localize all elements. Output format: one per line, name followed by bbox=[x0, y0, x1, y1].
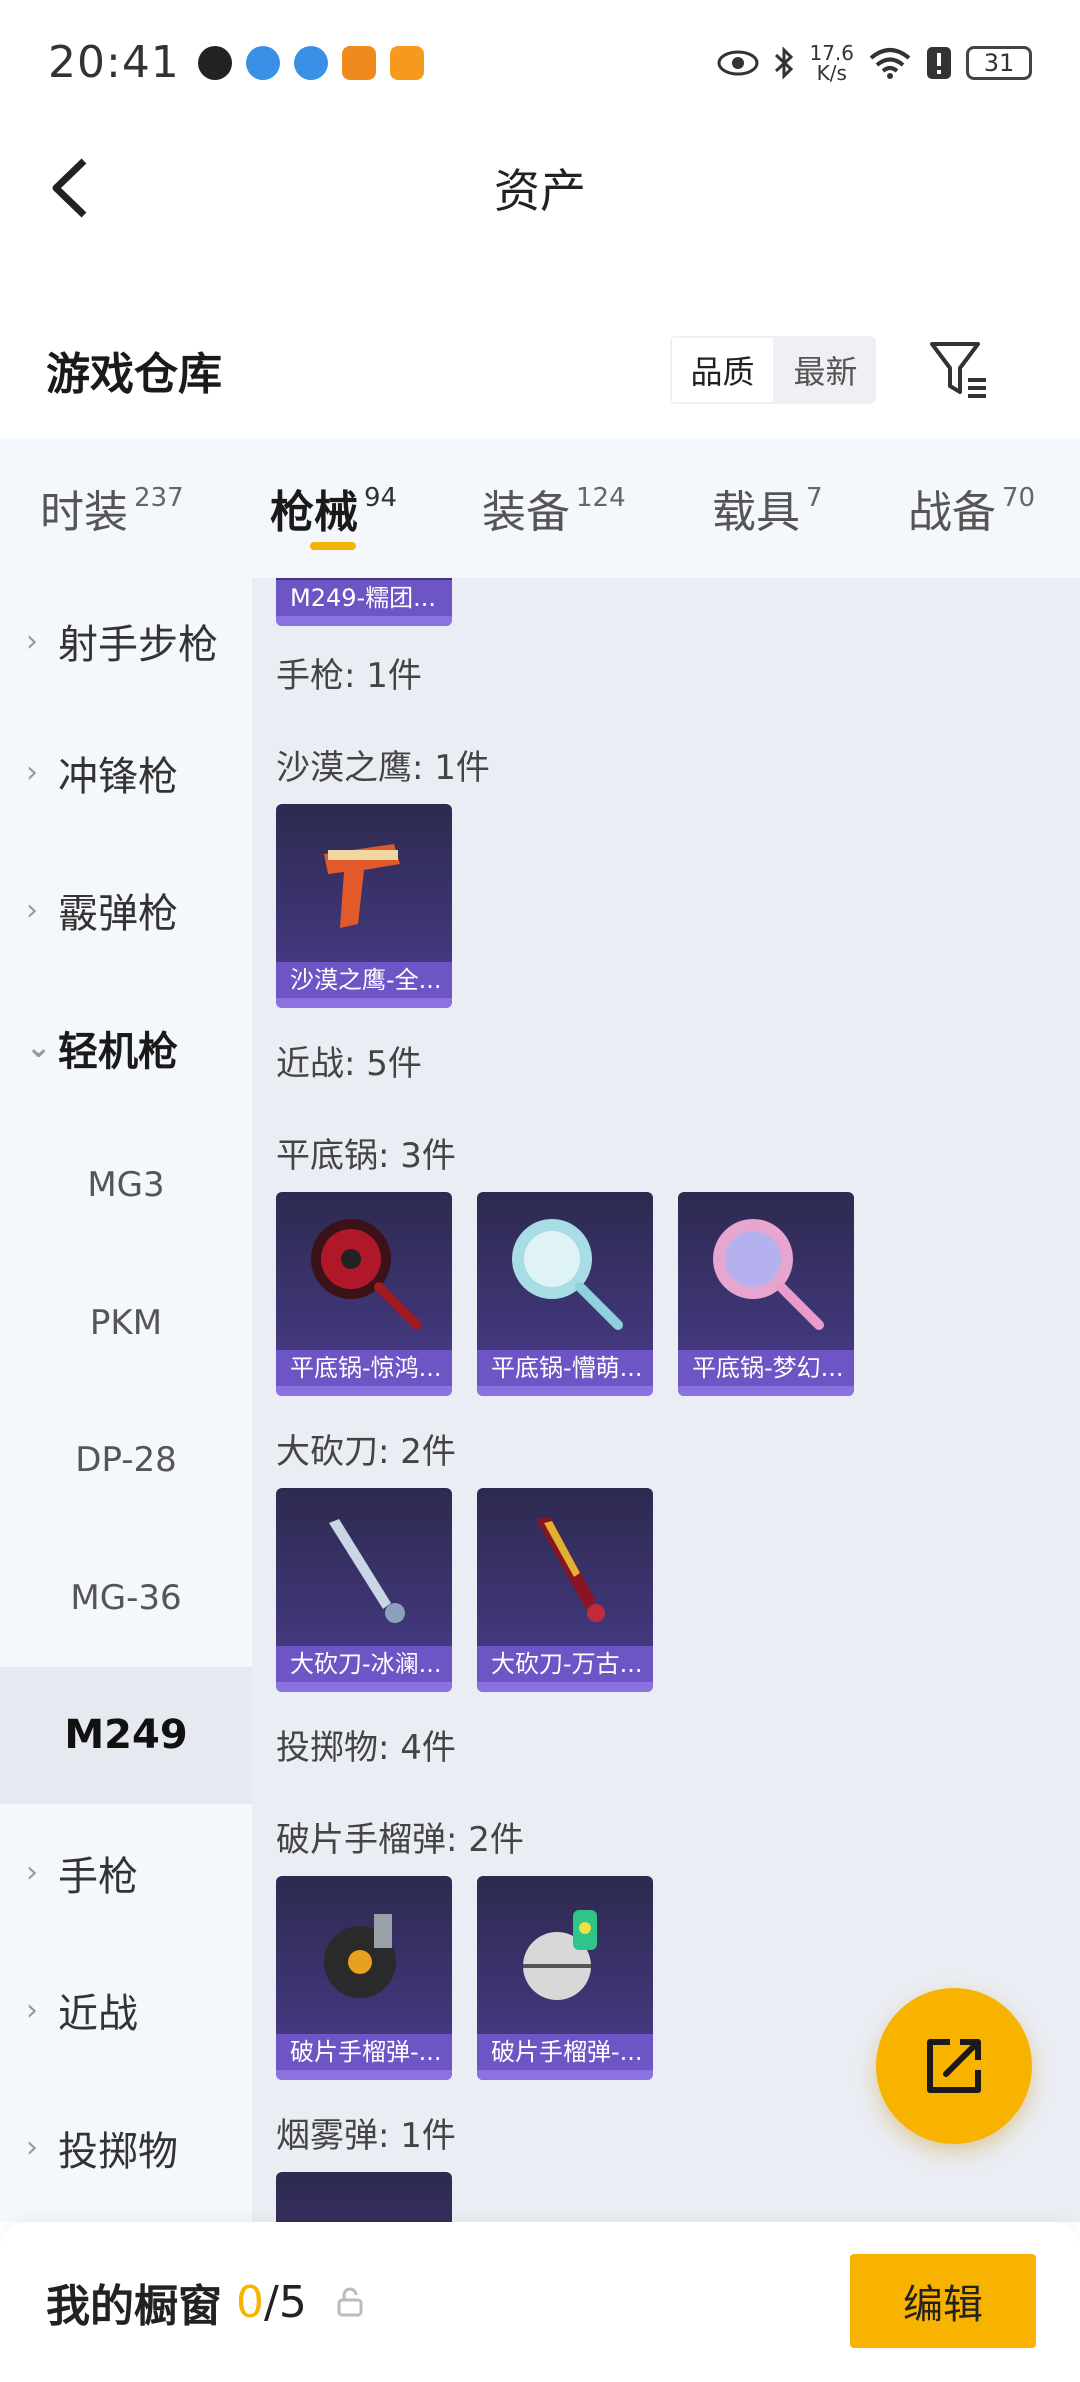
item-name: 平底锅-梦幻... bbox=[678, 1350, 854, 1386]
item-name: 平底锅-懵萌... bbox=[477, 1350, 653, 1386]
item-card[interactable]: 破片手榴弹-... bbox=[477, 1876, 653, 2080]
tab-active-indicator bbox=[310, 542, 356, 550]
showcase-bar: 我的橱窗 0/5 编辑 bbox=[0, 2222, 1080, 2382]
item-name: 沙漠之鹰-全... bbox=[276, 962, 452, 998]
chevron-down-icon: ⌄ bbox=[26, 1030, 52, 1066]
item-card[interactable]: 大砍刀-万古... bbox=[477, 1488, 653, 1692]
bluetooth-icon bbox=[775, 45, 794, 80]
item-card[interactable]: 平底锅-惊鸿... bbox=[276, 1192, 452, 1396]
grenade-icon bbox=[523, 1910, 597, 2000]
group-label: 破片手榴弹: 2件 bbox=[276, 1820, 524, 1860]
frying-pan-icon bbox=[713, 1219, 824, 1330]
sort-newest-button[interactable]: 最新 bbox=[775, 336, 876, 404]
sidebar-subitem-mg3[interactable]: MG3 bbox=[0, 1117, 252, 1255]
item-name: 破片手榴弹-... bbox=[477, 2034, 653, 2070]
item-card[interactable]: 平底锅-懵萌... bbox=[477, 1192, 653, 1396]
sidebar-subitem-m249[interactable]: M249 bbox=[0, 1666, 252, 1804]
status-app-icons bbox=[197, 45, 424, 80]
machete-icon bbox=[329, 1519, 405, 1623]
tab-fashion[interactable]: 时装 237 bbox=[40, 438, 184, 578]
group-label: 大砍刀: 2件 bbox=[276, 1432, 456, 1472]
group-label: 烟雾弹: 1件 bbox=[276, 2116, 456, 2156]
item-name: 平底锅-惊鸿... bbox=[276, 1350, 452, 1386]
item-card[interactable]: 大砍刀-冰澜... bbox=[276, 1488, 452, 1692]
chevron-right-icon: › bbox=[26, 755, 38, 791]
status-time: 20:41 bbox=[48, 37, 180, 88]
chevron-right-icon: › bbox=[26, 623, 38, 659]
filter-button[interactable] bbox=[928, 338, 990, 402]
network-speed: 17.6 K/s bbox=[809, 40, 854, 85]
chevron-right-icon: › bbox=[26, 2130, 38, 2166]
sort-toggle: 品质 最新 bbox=[670, 336, 876, 404]
group-label: 投掷物: 4件 bbox=[276, 1728, 456, 1768]
page-title: 资产 bbox=[494, 163, 586, 218]
warehouse-header: 游戏仓库 品质 最新 bbox=[0, 320, 1080, 420]
share-icon bbox=[927, 2039, 981, 2093]
showcase-label: 我的橱窗 bbox=[46, 2281, 222, 2332]
filter-icon bbox=[930, 342, 986, 398]
frying-pan-icon bbox=[512, 1219, 623, 1330]
battery-indicator: 31 bbox=[966, 45, 1032, 80]
item-card[interactable]: 沙漠之鹰-全... bbox=[276, 804, 452, 1008]
edit-button[interactable]: 编辑 bbox=[850, 2254, 1036, 2348]
sidebar-item-shotgun[interactable]: › 霰弹枪 bbox=[0, 842, 252, 980]
weapon-sidebar: › 射手步枪 › 冲锋枪 › 霰弹枪 ⌄ 轻机枪 MG3 PKM DP-28 MG-36… bbox=[0, 578, 252, 2222]
game-center-icon bbox=[341, 45, 376, 80]
item-card[interactable]: M249-糯团... bbox=[276, 578, 452, 626]
browser-icon bbox=[245, 45, 280, 80]
item-card[interactable] bbox=[276, 2172, 452, 2222]
status-bar: 20:41 17.6 K/s 31 bbox=[0, 0, 1080, 125]
browser-icon bbox=[293, 45, 328, 80]
sidebar-item-marksman-rifle[interactable]: › 射手步枪 bbox=[0, 578, 252, 704]
item-name: M249-糯团... bbox=[276, 580, 452, 616]
qq-icon bbox=[197, 45, 232, 80]
sidebar-subitem-pkm[interactable]: PKM bbox=[0, 1254, 252, 1392]
item-card[interactable]: 破片手榴弹-... bbox=[276, 1876, 452, 2080]
warehouse-title: 游戏仓库 bbox=[46, 349, 222, 400]
showcase-count: 0/5 bbox=[236, 2276, 307, 2328]
grenade-icon bbox=[324, 1914, 396, 1998]
frying-pan-icon bbox=[311, 1219, 422, 1330]
machete-icon bbox=[536, 1517, 605, 1622]
category-tabs: 时装 237 枪械 94 装备 124 载具 7 战备 70 bbox=[0, 438, 1080, 578]
chevron-right-icon: › bbox=[26, 1992, 38, 2028]
sidebar-item-pistol[interactable]: › 手枪 bbox=[0, 1804, 252, 1942]
sort-quality-button[interactable]: 品质 bbox=[670, 336, 775, 404]
alert-icon bbox=[927, 46, 951, 79]
group-label: 沙漠之鹰: 1件 bbox=[276, 748, 490, 788]
chevron-left-icon bbox=[52, 158, 87, 218]
sidebar-item-throwable[interactable]: › 投掷物 bbox=[0, 2079, 252, 2217]
group-label: 手枪: 1件 bbox=[276, 656, 422, 696]
tab-firearms[interactable]: 枪械 94 bbox=[270, 438, 397, 578]
group-label: 平底锅: 3件 bbox=[276, 1136, 456, 1176]
wifi-icon bbox=[869, 47, 911, 79]
pistol-icon bbox=[324, 844, 400, 928]
chevron-right-icon: › bbox=[26, 1855, 38, 1891]
share-button[interactable] bbox=[876, 1988, 1032, 2144]
item-card[interactable]: 平底锅-梦幻... bbox=[678, 1192, 854, 1396]
tab-equipment[interactable]: 装备 124 bbox=[482, 438, 626, 578]
status-indicators: 17.6 K/s 31 bbox=[717, 43, 1032, 83]
sidebar-item-lmg[interactable]: ⌄ 轻机枪 bbox=[0, 979, 252, 1117]
sidebar-subitem-mg36[interactable]: MG-36 bbox=[0, 1529, 252, 1667]
item-name: 大砍刀-冰澜... bbox=[276, 1646, 452, 1682]
item-name: 破片手榴弹-... bbox=[276, 2034, 452, 2070]
sidebar-subitem-dp28[interactable]: DP-28 bbox=[0, 1392, 252, 1530]
eye-icon bbox=[717, 50, 759, 75]
item-name: 大砍刀-万古... bbox=[477, 1646, 653, 1682]
tab-combat-gear[interactable]: 战备 70 bbox=[908, 438, 1035, 578]
group-label: 近战: 5件 bbox=[276, 1044, 422, 1084]
lock-icon bbox=[337, 2287, 363, 2317]
back-button[interactable] bbox=[40, 155, 100, 221]
tab-vehicles[interactable]: 载具 7 bbox=[712, 438, 823, 578]
header: 资产 bbox=[0, 125, 1080, 250]
sidebar-item-smg[interactable]: › 冲锋枪 bbox=[0, 704, 252, 842]
sidebar-item-melee[interactable]: › 近战 bbox=[0, 1942, 252, 2080]
chevron-right-icon: › bbox=[26, 892, 38, 928]
video-app-icon bbox=[389, 45, 424, 80]
inventory-panel: M249-糯团... 手枪: 1件 沙漠之鹰: 1件 沙漠之鹰-全... 近战:… bbox=[252, 578, 1080, 2222]
